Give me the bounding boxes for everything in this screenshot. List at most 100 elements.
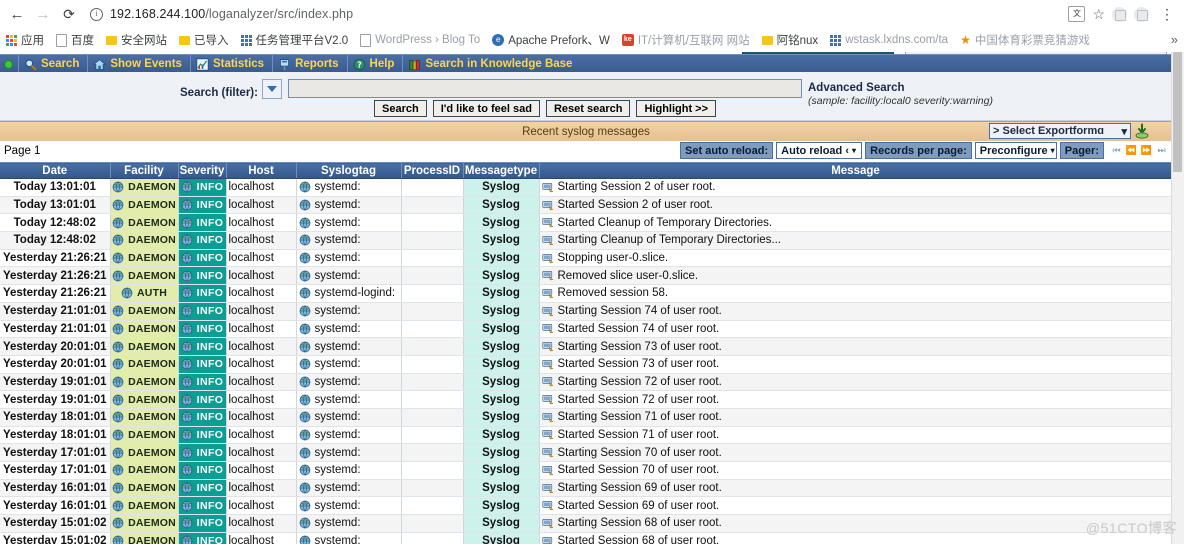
forward-icon[interactable]: → (30, 1, 56, 27)
red-square-icon: ke (621, 34, 634, 46)
cell-host: localhost (226, 355, 297, 374)
cell-severity: INFO (178, 373, 227, 392)
table-row[interactable]: Yesterday 15:01:02 DAEMON INFO localhost sys… (0, 532, 1173, 544)
cell-message: Starting Session 72 of user root. (539, 373, 1173, 392)
menu-item-search-knowledge-base[interactable]: Search in Knowledge Base (402, 55, 580, 73)
table-body: Today 13:01:01 DAEMON INFO localhost systemd… (0, 178, 1173, 544)
column-header-date[interactable]: Date (0, 162, 111, 179)
column-header-syslogtag[interactable]: Syslogtag (296, 162, 402, 179)
feel-sad-button[interactable]: I'd like to feel sad (432, 100, 540, 117)
table-row[interactable]: Yesterday 19:01:01 DAEMON INFO localhost sys… (0, 373, 1173, 392)
table-row[interactable]: Yesterday 18:01:01 DAEMON INFO localhost sys… (0, 426, 1173, 445)
table-row[interactable]: Yesterday 21:26:21 DAEMON INFO localhost sys… (0, 249, 1173, 268)
bookmark-aming-linux[interactable]: 阿铭nux (756, 32, 825, 48)
cell-messagetype: Syslog (463, 408, 540, 427)
extension-icon-1[interactable] (1112, 6, 1127, 22)
column-header-message[interactable]: Message (539, 162, 1173, 179)
page-scrollbar[interactable] (1171, 52, 1184, 544)
cell-facility: DAEMON (110, 302, 179, 321)
table-row[interactable]: Today 12:48:02 DAEMON INFO localhost systemd… (0, 231, 1173, 250)
menu-item-statistics[interactable]: Statistics (189, 55, 272, 73)
cell-syslogtag: systemd: (296, 514, 402, 533)
chevron-down-icon[interactable] (262, 79, 282, 99)
table-row[interactable]: Yesterday 20:01:01 DAEMON INFO localhost sys… (0, 337, 1173, 356)
first-page-icon[interactable]: ⏮ (1110, 143, 1123, 158)
cell-syslogtag: systemd: (296, 178, 402, 197)
table-row[interactable]: Today 12:48:02 DAEMON INFO localhost systemd… (0, 213, 1173, 233)
table-row[interactable]: Yesterday 21:01:01 DAEMON INFO localhost sys… (0, 320, 1173, 339)
table-row[interactable]: Yesterday 21:01:01 DAEMON INFO localhost sys… (0, 302, 1173, 321)
table-row[interactable]: Yesterday 17:01:01 DAEMON INFO localhost sys… (0, 443, 1173, 462)
table-row[interactable]: Yesterday 18:01:01 DAEMON INFO localhost sys… (0, 408, 1173, 427)
back-icon[interactable]: ← (4, 1, 30, 27)
table-row[interactable]: Yesterday 16:01:01 DAEMON INFO localhost sys… (0, 496, 1173, 516)
search-button[interactable]: Search (374, 100, 427, 117)
cell-facility: DAEMON (110, 514, 179, 533)
set-auto-reload-label[interactable]: Set auto reload: (680, 142, 774, 159)
translate-icon[interactable]: 文 (1068, 6, 1086, 22)
bookmark-task-platform[interactable]: 任务管理平台V2.0 (235, 32, 355, 48)
table-row[interactable]: Yesterday 21:26:21 DAEMON INFO localhost sys… (0, 266, 1173, 286)
bookmark-apps[interactable]: 应用 (0, 32, 50, 48)
bookmark-wstask[interactable]: wstask.lxdns.com/ta (824, 34, 954, 46)
menu-item-reports[interactable]: Reports (272, 55, 346, 73)
reset-search-button[interactable]: Reset search (545, 100, 631, 117)
table-row[interactable]: Yesterday 20:01:01 DAEMON INFO localhost sys… (0, 355, 1173, 374)
download-icon[interactable] (1134, 123, 1150, 139)
extension-icon-2[interactable] (1134, 6, 1149, 22)
globe-icon (299, 252, 310, 264)
cell-syslogtag: systemd-logind: (296, 284, 402, 303)
bookmark-apache-prefork[interactable]: e Apache Prefork、W (486, 32, 616, 48)
reload-icon[interactable]: ⟳ (56, 1, 82, 27)
bookmark-it-site[interactable]: ke IT/计算机/互联网 网站 (616, 32, 756, 48)
last-page-icon[interactable]: ⏭ (1155, 143, 1168, 158)
bookmark-lottery[interactable]: ★ 中国体育彩票竞猜游戏 (954, 32, 1096, 48)
next-page-icon[interactable]: ⏩ (1140, 143, 1153, 158)
scrollbar-thumb[interactable] (1173, 52, 1182, 172)
export-format-select[interactable]: > Select Exportformɑ ▾ (989, 123, 1131, 139)
cell-host: localhost (226, 408, 297, 427)
highlight-button[interactable]: Highlight >> (636, 100, 717, 117)
browser-chrome: ← → ⟳ i 192.168.244.100/loganalyzer/src/… (0, 0, 1184, 52)
auto-reload-select[interactable]: Auto reload ‹ ▾ (776, 142, 863, 159)
globe-icon (112, 182, 124, 193)
bookmark-wordpress[interactable]: WordPress › Blog To (354, 33, 486, 47)
column-header-facility[interactable]: Facility (110, 162, 179, 179)
cell-message: Started Session 2 of user root. (539, 196, 1173, 215)
table-row[interactable]: Today 13:01:01 DAEMON INFO localhost systemd… (0, 178, 1173, 197)
url-path: /loganalyzer/src/index.php (205, 7, 354, 21)
table-row[interactable]: Today 13:01:01 DAEMON INFO localhost systemd… (0, 196, 1173, 215)
bookmark-secure-sites[interactable]: 安全网站 (100, 32, 173, 48)
browser-menu-icon[interactable]: ⋮ (1156, 7, 1178, 21)
table-row[interactable]: Yesterday 15:01:02 DAEMON INFO localhost sys… (0, 514, 1173, 533)
globe-icon (112, 217, 124, 229)
bookmark-baidu[interactable]: 百度 (50, 32, 100, 48)
prev-page-icon[interactable]: ⏪ (1125, 143, 1138, 158)
bookmark-star-icon[interactable]: ☆ (1092, 6, 1105, 23)
table-row[interactable]: Yesterday 21:26:21 AUTH INFO localhost syste… (0, 284, 1173, 303)
message-icon (541, 182, 553, 193)
site-info-icon[interactable]: i (90, 7, 103, 21)
cell-host: localhost (226, 196, 297, 215)
bookmark-imported[interactable]: 已导入 (173, 32, 235, 48)
bookmarks-overflow-icon[interactable]: » (1171, 32, 1178, 47)
grid-icon (830, 34, 842, 46)
menu-item-help[interactable]: ? Help (346, 55, 403, 73)
cell-syslogtag: systemd: (296, 320, 402, 339)
records-per-page-label[interactable]: Records per page: (865, 142, 972, 159)
menu-item-show-events[interactable]: Show Events (87, 55, 190, 73)
column-header-severity[interactable]: Severity (178, 162, 227, 179)
cell-severity: INFO (178, 514, 227, 533)
books-icon (409, 59, 421, 70)
table-row[interactable]: Yesterday 17:01:01 DAEMON INFO localhost sys… (0, 461, 1173, 480)
table-row[interactable]: Yesterday 16:01:01 DAEMON INFO localhost sys… (0, 479, 1173, 498)
menu-item-search[interactable]: Search (18, 55, 87, 73)
cell-date: Yesterday 16:01:01 (0, 479, 111, 498)
column-header-processid[interactable]: ProcessID (401, 162, 464, 179)
column-header-messagetype[interactable]: Messagetype (463, 162, 540, 179)
preconfigure-select[interactable]: Preconfigure ▾ (974, 142, 1057, 159)
search-input[interactable] (288, 79, 802, 98)
address-bar[interactable]: i 192.168.244.100/loganalyzer/src/index.… (88, 3, 1063, 25)
table-row[interactable]: Yesterday 19:01:01 DAEMON INFO localhost sys… (0, 390, 1173, 409)
column-header-host[interactable]: Host (226, 162, 297, 179)
